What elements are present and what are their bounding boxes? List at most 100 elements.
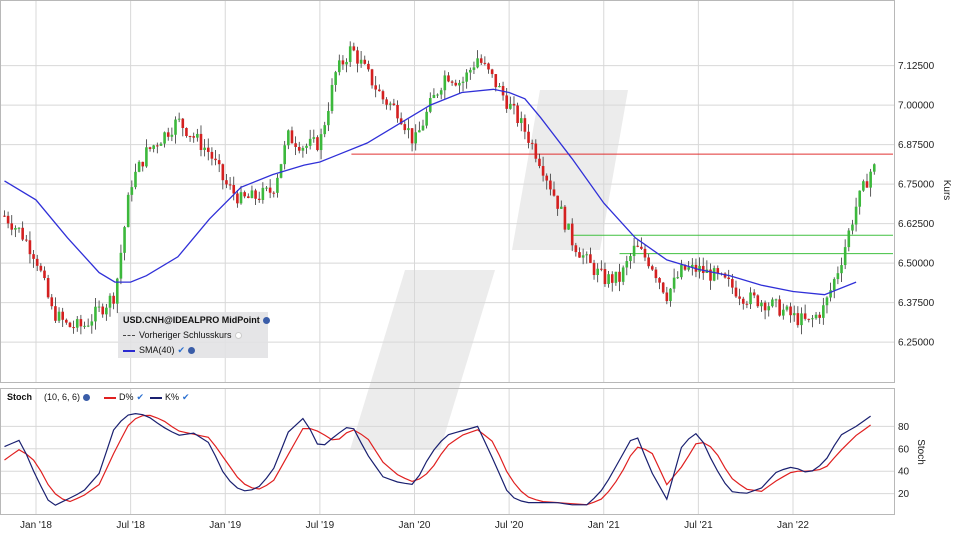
- candle-up: [152, 145, 155, 149]
- globe-icon[interactable]: [83, 394, 91, 402]
- candle-up: [97, 306, 101, 308]
- candle-up: [858, 190, 862, 207]
- globe-icon[interactable]: [262, 317, 270, 325]
- candle-up: [119, 252, 123, 279]
- candle-down: [505, 95, 508, 109]
- candle-up: [469, 69, 472, 73]
- candle-down: [356, 50, 359, 64]
- candle-down: [818, 314, 821, 318]
- candle-up: [625, 261, 629, 268]
- stoch-d-label: D%: [119, 392, 134, 402]
- candle-down: [494, 74, 498, 88]
- candle-up: [123, 227, 126, 253]
- legend-instrument-row: USD.CNH@IDEALPRO MidPoint: [123, 315, 270, 325]
- candle-down: [141, 161, 145, 167]
- candle-down: [61, 311, 64, 320]
- candle-down: [665, 292, 669, 302]
- candle-up: [840, 265, 843, 274]
- candle-down: [236, 193, 239, 204]
- candle-up: [312, 137, 316, 139]
- candle-down: [268, 187, 272, 193]
- candle-up: [843, 247, 847, 266]
- candle-up: [174, 119, 177, 135]
- candle-down: [54, 306, 57, 321]
- candle-down: [72, 327, 75, 329]
- candle-down: [752, 292, 756, 296]
- candle-up: [425, 111, 428, 126]
- candle-down: [578, 252, 581, 258]
- globe-icon[interactable]: [234, 332, 242, 340]
- candle-down: [447, 75, 450, 82]
- price-tick-label: 6.50000: [898, 259, 935, 270]
- candle-up: [581, 255, 585, 258]
- candle-down: [199, 133, 203, 150]
- candle-up: [83, 325, 86, 327]
- stoch-tick-label: 40: [898, 467, 910, 478]
- candle-down: [79, 319, 83, 327]
- time-tick-label: Jul '20: [495, 520, 524, 531]
- candle-down: [370, 69, 374, 86]
- candle-down: [741, 298, 745, 304]
- candle-up: [825, 297, 829, 306]
- candle-up: [458, 82, 461, 86]
- candle-down: [487, 63, 490, 70]
- stoch-params[interactable]: (10, 6, 6): [44, 392, 91, 402]
- candle-down: [789, 306, 792, 316]
- globe-icon[interactable]: [188, 347, 196, 355]
- candle-down: [745, 303, 749, 305]
- candle-up: [439, 90, 443, 95]
- candle-down: [552, 189, 556, 196]
- time-tick-label: Jan '22: [777, 520, 809, 531]
- candle-up: [749, 292, 752, 305]
- candle-up: [163, 132, 166, 144]
- candle-up: [14, 228, 17, 230]
- price-tick-label: 6.37500: [898, 298, 935, 309]
- stoch-k-label: K%: [165, 392, 180, 402]
- stoch-d-legend[interactable]: D% ✔: [104, 392, 144, 403]
- candle-up: [203, 147, 206, 150]
- candle-up: [567, 223, 570, 230]
- candle-down: [316, 137, 319, 151]
- candle-up: [814, 314, 818, 319]
- candle-up: [261, 187, 265, 200]
- candle-down: [396, 104, 399, 119]
- candle-down: [650, 266, 654, 270]
- candle-up: [676, 277, 680, 279]
- candle-up: [767, 306, 771, 311]
- candle-up: [854, 206, 858, 225]
- candle-down: [454, 82, 458, 86]
- candle-down: [778, 299, 781, 316]
- candle-down: [341, 60, 345, 65]
- candle-up: [443, 75, 447, 91]
- time-tick-label: Jan '20: [399, 520, 431, 531]
- check-icon[interactable]: ✔: [182, 392, 190, 402]
- candle-down: [221, 164, 225, 181]
- check-icon[interactable]: ✔: [178, 345, 186, 355]
- candle-down: [378, 89, 381, 92]
- candle-down: [756, 295, 760, 307]
- candle-up: [94, 306, 97, 322]
- candle-up: [465, 72, 468, 82]
- candle-up: [669, 288, 672, 302]
- candle-up: [559, 206, 563, 209]
- candle-down: [21, 227, 24, 240]
- check-icon[interactable]: ✔: [137, 392, 145, 402]
- stoch-k-legend[interactable]: K% ✔: [150, 392, 190, 403]
- candle-up: [836, 273, 840, 280]
- candle-down: [600, 268, 603, 270]
- candle-down: [479, 58, 483, 63]
- candle-down: [803, 313, 807, 319]
- candle-up: [137, 161, 141, 172]
- candle-down: [156, 145, 159, 147]
- candle-down: [570, 223, 574, 246]
- candle-up: [621, 267, 625, 282]
- candle-down: [185, 127, 188, 137]
- candle-up: [472, 67, 476, 70]
- candle-up: [414, 132, 418, 144]
- candle-up: [239, 192, 243, 204]
- candle-up: [432, 94, 436, 99]
- candle-down: [181, 118, 185, 128]
- candle-up: [108, 295, 112, 308]
- candle-down: [352, 46, 356, 51]
- time-tick-label: Jan '19: [209, 520, 241, 531]
